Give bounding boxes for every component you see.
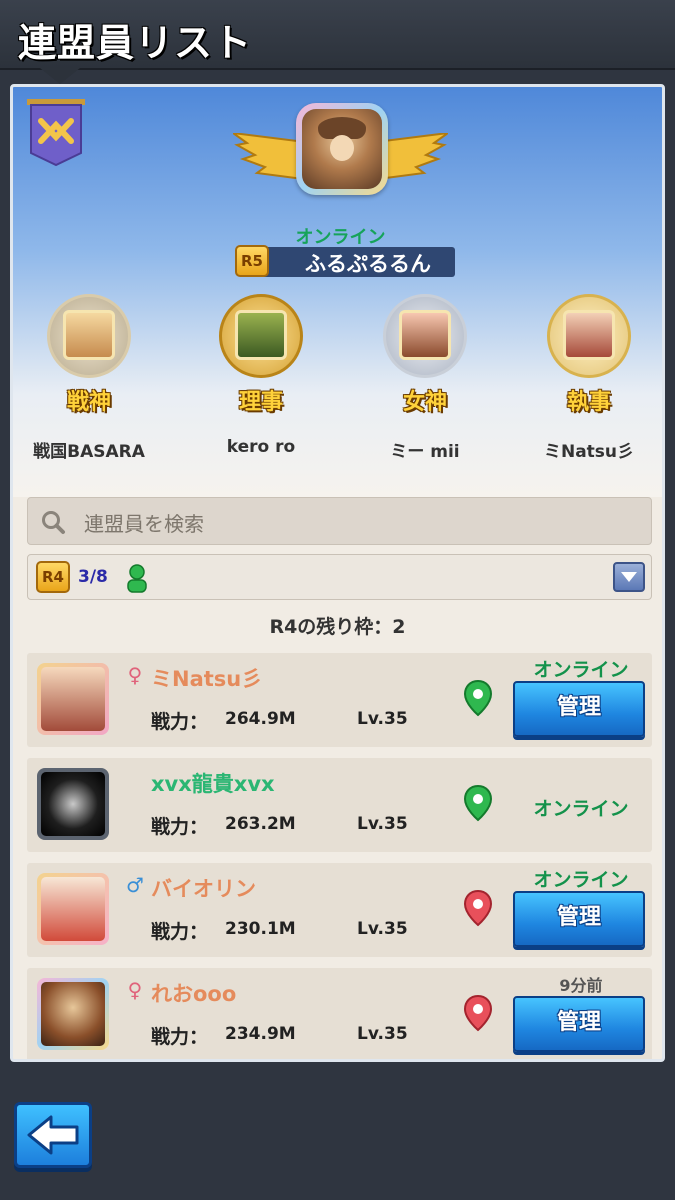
officer-avatar xyxy=(63,310,115,360)
member-name: xvx龍貴xvx xyxy=(151,772,275,796)
officer-name: kero ro xyxy=(226,437,296,457)
power-label: 戦力： xyxy=(151,816,209,838)
member-level: Lv.35 xyxy=(357,709,408,729)
officer-name: 戦国BASARA xyxy=(33,442,145,462)
title-notch xyxy=(40,68,80,84)
power-label: 戦力： xyxy=(151,711,209,733)
back-button[interactable] xyxy=(14,1102,92,1168)
member-name: バイオリン xyxy=(151,877,256,901)
collapse-toggle-button[interactable] xyxy=(613,562,645,592)
member-status: オンライン xyxy=(533,869,629,891)
manage-button[interactable]: 管理 xyxy=(513,891,645,947)
member-search-input[interactable]: 連盟員を検索 xyxy=(27,497,652,545)
member-last-seen: 9分前 xyxy=(559,976,603,995)
search-icon xyxy=(42,511,65,534)
officer-avatar xyxy=(235,310,287,360)
power-label: 戦力： xyxy=(151,921,209,943)
member-avatar-image xyxy=(41,667,105,731)
member-avatar-image xyxy=(41,982,105,1046)
manage-button[interactable]: 管理 xyxy=(513,681,645,737)
officer-steward[interactable]: 執事 ミNatsu彡 xyxy=(509,292,662,467)
member-power: 264.9M xyxy=(225,709,296,729)
location-pin-icon[interactable] xyxy=(463,889,493,927)
power-label: 戦力： xyxy=(151,1026,209,1048)
leader-name: ふるぷるるん xyxy=(305,252,431,276)
rank-badge-r4: R4 xyxy=(36,561,70,593)
officer-row: 戦神 戦国BASARA 理事 kero ro 女神 ミー mii 執事 ミNat… xyxy=(13,292,662,472)
leader-avatar[interactable] xyxy=(296,103,388,195)
member-name: れおooo xyxy=(151,982,237,1006)
member-avatar-image xyxy=(41,877,105,941)
member-name: ミNatsu彡 xyxy=(151,667,263,691)
officer-avatar xyxy=(399,310,451,360)
rank-member-count: 3/8 xyxy=(78,567,108,587)
officer-role: 戦神 xyxy=(66,390,111,415)
member-power: 263.2M xyxy=(225,814,296,834)
rank-badge-r5: R5 xyxy=(235,245,269,277)
member-power: 230.1M xyxy=(225,919,296,939)
member-avatar[interactable] xyxy=(37,978,109,1050)
member-row[interactable]: ♀ ミNatsu彡 戦力： 264.9M Lv.35 オンライン 管理 xyxy=(27,653,652,747)
leader-status: オンライン xyxy=(295,227,386,248)
member-power: 234.9M xyxy=(225,1024,296,1044)
member-row[interactable]: xvx龍貴xvx 戦力： 263.2M Lv.35 オンライン xyxy=(27,758,652,852)
officer-frame xyxy=(39,292,139,378)
leader-portrait[interactable] xyxy=(233,103,448,213)
female-icon: ♀ xyxy=(127,978,143,1002)
member-avatar[interactable] xyxy=(37,663,109,735)
member-avatar[interactable] xyxy=(37,873,109,945)
leader-name-bar[interactable]: R5 ふるぷるるん xyxy=(235,245,455,277)
manage-button[interactable]: 管理 xyxy=(513,996,645,1052)
location-pin-icon[interactable] xyxy=(463,784,493,822)
officer-name: ミNatsu彡 xyxy=(543,442,635,462)
officer-director[interactable]: 理事 kero ro xyxy=(181,292,341,467)
member-list-panel: オンライン R5 ふるぷるるん 戦神 戦国BASARA 理事 kero ro 女… xyxy=(10,84,665,1062)
remaining-slots-text: R4の残り枠：2 xyxy=(269,616,406,638)
officer-frame xyxy=(539,292,639,378)
chevron-down-icon xyxy=(621,572,637,582)
member-avatar-image xyxy=(41,772,105,836)
officer-frame xyxy=(375,292,475,378)
female-icon: ♀ xyxy=(127,663,143,687)
officer-name: ミー mii xyxy=(390,442,460,462)
officer-avatar xyxy=(563,310,615,360)
back-arrow-icon xyxy=(27,1115,79,1155)
location-pin-icon[interactable] xyxy=(463,994,493,1032)
male-icon: ♂ xyxy=(126,873,144,897)
location-pin-icon[interactable] xyxy=(463,679,493,717)
member-status: オンライン xyxy=(533,659,629,681)
member-level: Lv.35 xyxy=(357,814,408,834)
page-title: 連盟員リスト xyxy=(18,21,253,65)
member-level: Lv.35 xyxy=(357,919,408,939)
member-row[interactable]: ♂ バイオリン 戦力： 230.1M Lv.35 オンライン 管理 xyxy=(27,863,652,957)
avatar-face xyxy=(330,135,354,161)
search-placeholder: 連盟員を検索 xyxy=(84,512,204,536)
person-icon xyxy=(127,564,147,593)
officer-role: 執事 xyxy=(566,390,611,415)
member-status: オンライン xyxy=(533,798,629,820)
alliance-banner-icon[interactable] xyxy=(25,97,87,167)
officer-goddess[interactable]: 女神 ミー mii xyxy=(345,292,505,467)
member-level: Lv.35 xyxy=(357,1024,408,1044)
officer-role: 女神 xyxy=(402,390,447,415)
rank-filter-row[interactable]: R4 3/8 xyxy=(27,554,652,600)
leader-avatar-image xyxy=(302,109,382,189)
officer-frame xyxy=(211,292,311,378)
title-bar: 連盟員リスト xyxy=(0,0,675,84)
officer-role: 理事 xyxy=(238,390,283,415)
member-avatar[interactable] xyxy=(37,768,109,840)
officer-war-god[interactable]: 戦神 戦国BASARA xyxy=(13,292,169,467)
member-row[interactable]: ♀ れおooo 戦力： 234.9M Lv.35 9分前 管理 xyxy=(27,968,652,1059)
